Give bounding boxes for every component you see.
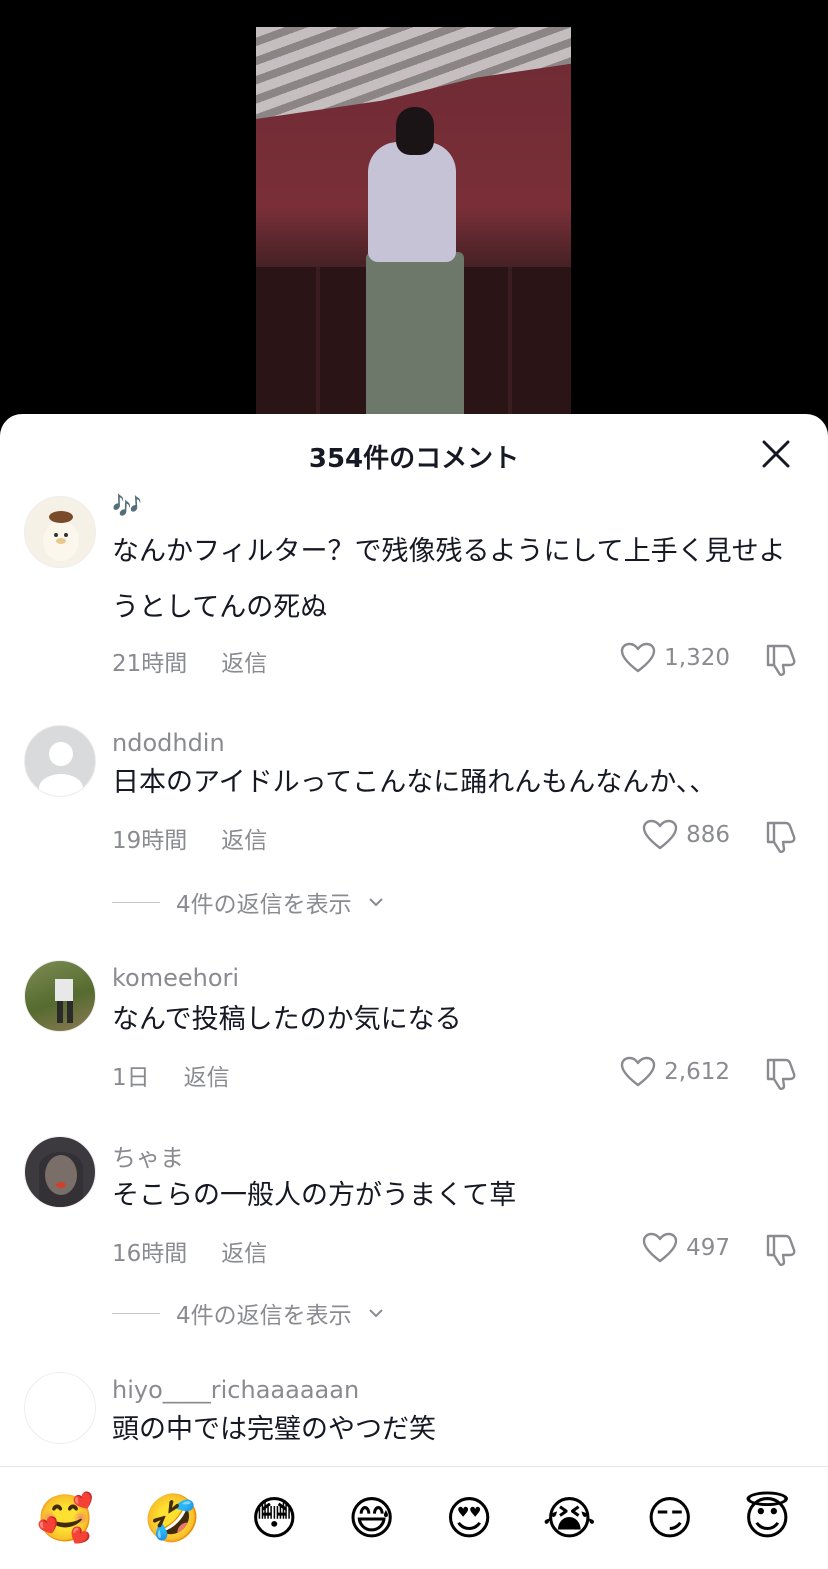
comment-meta: 21時間 返信 — [112, 644, 267, 678]
like-count: 886 — [686, 822, 730, 848]
sheet-header: 354件のコメント — [0, 414, 828, 496]
comment-username[interactable]: komeehori — [112, 964, 239, 992]
close-icon[interactable] — [760, 438, 792, 470]
comment-meta: 19時間 返信 — [112, 821, 267, 855]
view-replies-button[interactable]: 4件の返信を表示 — [112, 885, 384, 919]
reply-button[interactable]: 返信 — [221, 1234, 267, 1268]
ceiling — [256, 27, 571, 119]
avatar[interactable] — [24, 1136, 96, 1208]
emoji-rofl-icon[interactable]: 🤣 — [143, 1495, 200, 1541]
avatar[interactable] — [24, 496, 96, 568]
comment-time: 19時間 — [112, 828, 188, 854]
like-count: 2,612 — [664, 1059, 730, 1085]
heart-icon — [642, 819, 678, 850]
comment-text: 頭の中では完璧のやつだ笑 — [112, 1414, 436, 1445]
comment-time: 16時間 — [112, 1241, 188, 1267]
comment-text: 日本のアイドルってこんなに踊れんもんなんか、、 — [112, 767, 717, 798]
divider-line — [112, 1312, 160, 1314]
comment-meta: 16時間 返信 — [112, 1234, 267, 1268]
like-count: 497 — [686, 1235, 730, 1261]
avatar[interactable] — [24, 960, 96, 1032]
emoji-smiling-hearts-icon[interactable]: 🥰 — [37, 1495, 94, 1541]
comment-sheet: 354件のコメント 🎶 なんかフィルター？で残像残るようにして上手く見せようとし… — [0, 414, 828, 1569]
emoji-smirk-icon[interactable]: 😏 — [646, 1495, 694, 1541]
comment-username[interactable]: ndodhdin — [112, 729, 225, 757]
comment-time: 1日 — [112, 1065, 150, 1091]
photo-avatar-icon — [39, 1152, 83, 1207]
chevron-down-icon — [368, 1309, 383, 1318]
default-avatar-icon — [39, 742, 83, 796]
reply-button[interactable]: 返信 — [221, 644, 267, 678]
like-count: 1,320 — [664, 645, 730, 671]
heart-icon — [620, 642, 656, 673]
pompompurin-avatar-icon — [43, 511, 79, 561]
avatar[interactable] — [24, 725, 96, 797]
comment-count-title: 354件のコメント — [308, 444, 520, 474]
video-frame[interactable] — [256, 27, 571, 427]
dislike-icon[interactable] — [762, 819, 798, 855]
heart-icon — [642, 1232, 678, 1263]
dislike-icon[interactable] — [762, 1232, 798, 1268]
divider-line — [112, 901, 160, 903]
dancer-shirt — [368, 142, 456, 262]
like-button[interactable]: 886 — [642, 819, 730, 851]
comment-text: なんで投稿したのか気になる — [112, 1004, 462, 1035]
view-replies-label: 4件の返信を表示 — [176, 1303, 352, 1329]
reply-button[interactable]: 返信 — [221, 821, 267, 855]
chevron-down-icon — [368, 898, 383, 907]
dancer-head — [396, 107, 434, 155]
comment-time: 21時間 — [112, 651, 188, 677]
dancer-pants — [366, 252, 464, 427]
like-button[interactable]: 497 — [642, 1232, 730, 1264]
photo-avatar-icon — [55, 979, 73, 1023]
view-replies-label: 4件の返信を表示 — [176, 892, 352, 918]
heart-icon — [620, 1056, 656, 1087]
emoji-sweat-smile-icon[interactable]: 😅 — [348, 1495, 396, 1541]
dislike-icon[interactable] — [762, 1056, 798, 1092]
comment-username[interactable]: 🎶 — [112, 492, 142, 520]
comment-text: なんかフィルター？で残像残るようにして上手く見せようとしてんの死ぬ — [112, 536, 786, 623]
emoji-flushed-icon[interactable]: 😳 — [250, 1495, 298, 1541]
dislike-icon[interactable] — [762, 642, 798, 678]
avatar[interactable] — [24, 1372, 96, 1444]
comment-username[interactable]: hiyo____richaaaaaan — [112, 1376, 359, 1404]
emoji-quick-bar: 🥰 🤣 😳 😅 😍 😭 😏 😇 — [0, 1466, 828, 1569]
emoji-sob-icon[interactable]: 😭 — [543, 1495, 597, 1541]
reply-button[interactable]: 返信 — [184, 1058, 230, 1092]
like-button[interactable]: 1,320 — [620, 642, 730, 674]
comment-meta: 1日 返信 — [112, 1058, 230, 1092]
emoji-halo-icon[interactable]: 😇 — [743, 1495, 791, 1541]
like-button[interactable]: 2,612 — [620, 1056, 730, 1088]
comment-text: そこらの一般人の方がうまくて草 — [112, 1180, 517, 1211]
emoji-heart-eyes-icon[interactable]: 😍 — [445, 1495, 493, 1541]
view-replies-button[interactable]: 4件の返信を表示 — [112, 1296, 384, 1330]
